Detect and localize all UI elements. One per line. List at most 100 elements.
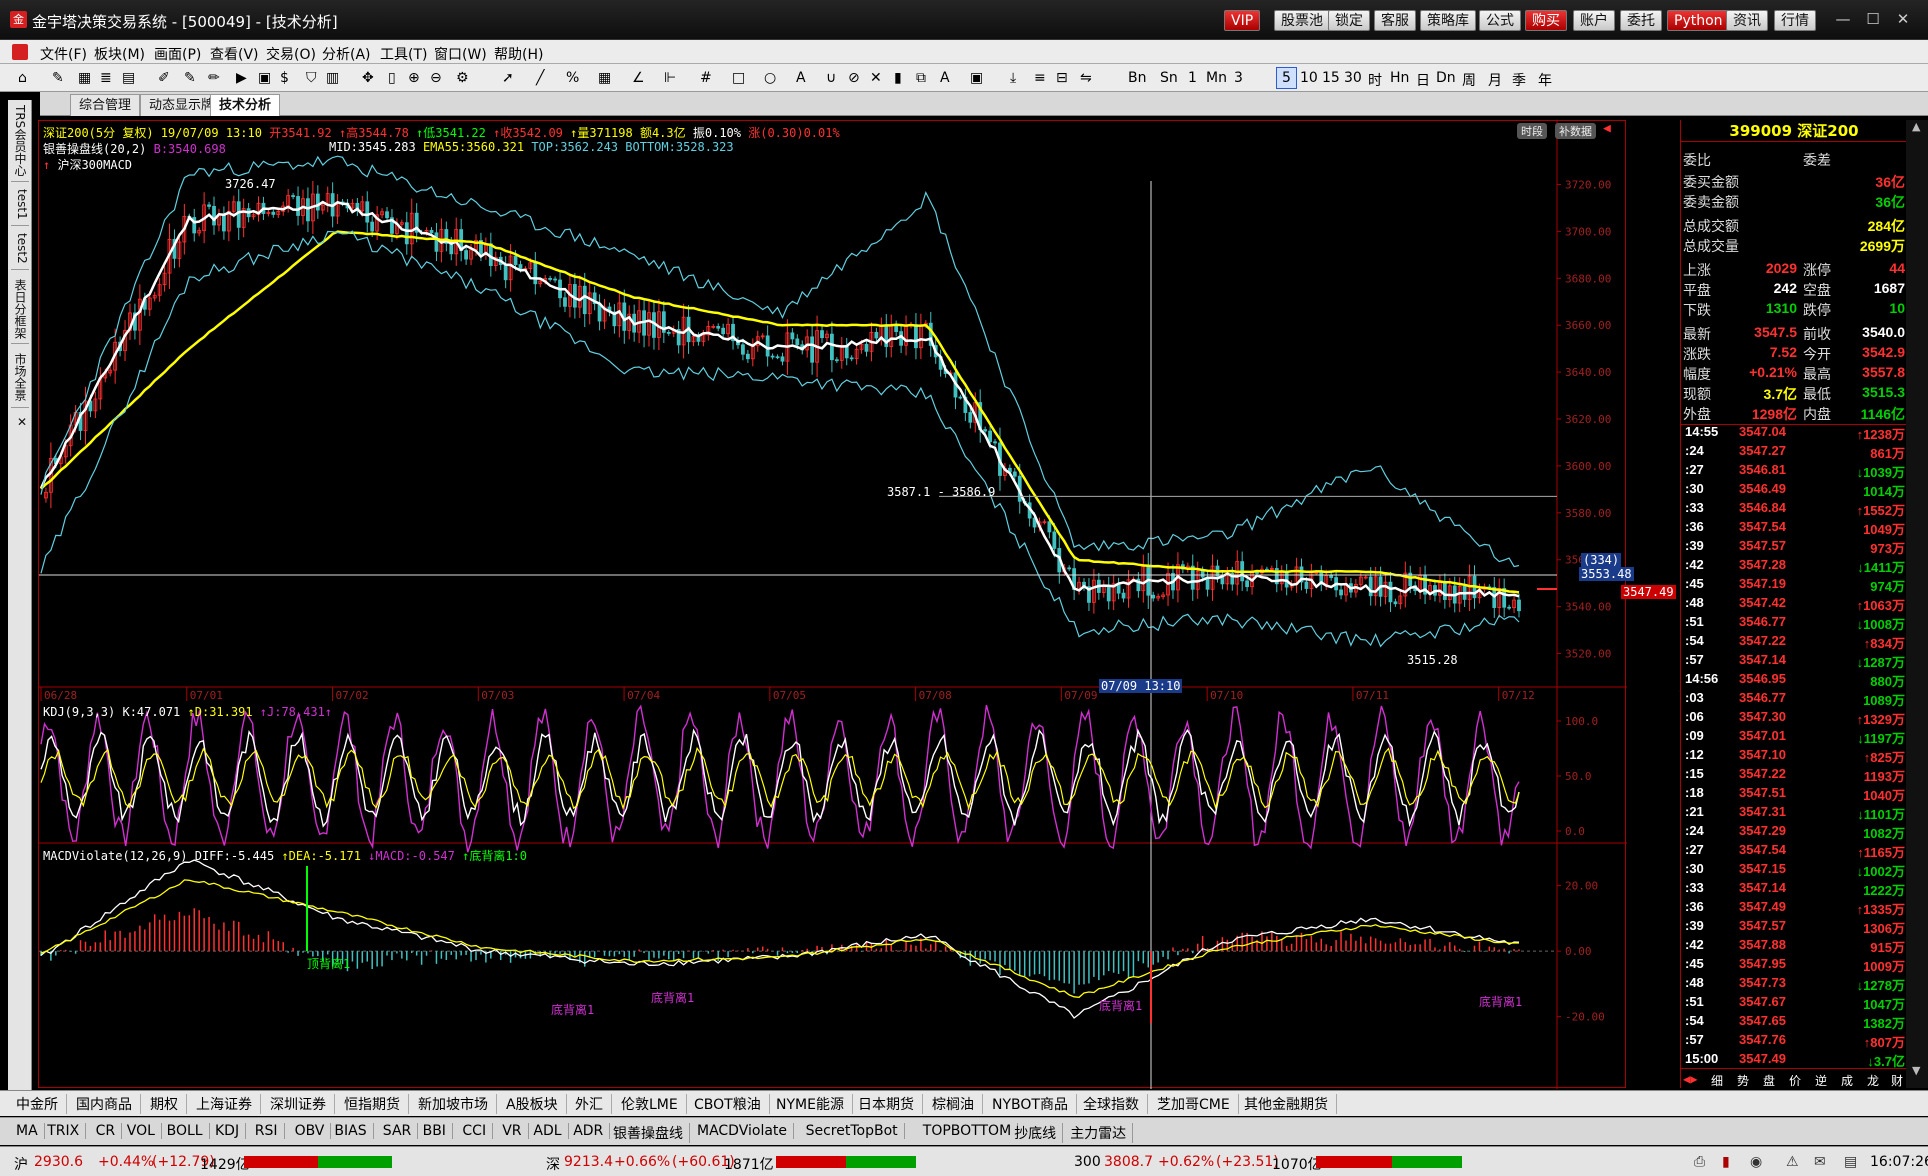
indicator-tab[interactable]: BBI bbox=[417, 1123, 453, 1139]
layout-icon[interactable]: ▤ bbox=[122, 70, 135, 86]
tab-detail[interactable]: 细 bbox=[1711, 1072, 1723, 1089]
indicator-tab[interactable]: CCI bbox=[456, 1123, 494, 1139]
alert-icon[interactable]: ⚠ bbox=[1786, 1154, 1799, 1170]
service-button[interactable]: 客服 bbox=[1374, 10, 1416, 31]
scroll-up-icon[interactable]: ▲ bbox=[1912, 120, 1920, 133]
left-tab-member[interactable]: TRS会员中心 bbox=[11, 102, 29, 182]
market-tab[interactable]: 国内商品 bbox=[68, 1094, 141, 1114]
edit2-icon[interactable]: ✎ bbox=[184, 70, 196, 86]
cart-icon[interactable]: ▤ bbox=[1844, 1154, 1857, 1170]
align-icon[interactable]: ≡ bbox=[1034, 70, 1046, 86]
rect-tool-icon[interactable]: □ bbox=[732, 70, 745, 86]
tab-price[interactable]: 价 bbox=[1789, 1072, 1801, 1089]
chart-area[interactable]: 3720.00 3700.00 3680.00 3660.00 3640.00 3620.… bbox=[38, 120, 1698, 1089]
indicator-tab[interactable]: VR bbox=[496, 1123, 529, 1139]
market-tab[interactable]: NYBOT商品 bbox=[984, 1094, 1077, 1114]
period-mn[interactable]: Mn bbox=[1206, 70, 1227, 86]
menu-sector[interactable]: 板块(M) bbox=[94, 44, 145, 64]
indicator-tab[interactable]: 抄底线 bbox=[1008, 1123, 1064, 1143]
period-5[interactable]: 5 bbox=[1276, 67, 1297, 89]
indicator-tab[interactable]: BIAS bbox=[328, 1123, 374, 1139]
indicator-tab[interactable]: OBV bbox=[289, 1123, 332, 1139]
market-tab[interactable]: NYME能源 bbox=[768, 1094, 853, 1114]
left-tab-daily-frame[interactable]: 表日分框架 bbox=[11, 276, 29, 344]
indicator-tab[interactable]: ADL bbox=[527, 1123, 569, 1139]
home-icon[interactable]: ⌂ bbox=[18, 70, 27, 86]
indicator-tab[interactable]: 银善操盘线 bbox=[607, 1123, 690, 1143]
printer-icon[interactable]: ⎙ bbox=[1694, 1154, 1705, 1170]
indicator-tab[interactable]: TRIX bbox=[41, 1123, 87, 1139]
menu-file[interactable]: 文件(F) bbox=[40, 44, 87, 64]
reverse-icon[interactable]: ⇋ bbox=[1080, 70, 1092, 86]
order-button[interactable]: 委托 bbox=[1620, 10, 1662, 31]
period-bn[interactable]: Bn bbox=[1128, 70, 1146, 86]
edit-icon[interactable]: ✐ bbox=[158, 70, 170, 86]
hline-tool-icon[interactable]: ⊩ bbox=[664, 70, 676, 86]
filter-icon[interactable]: ⛉ bbox=[306, 70, 317, 86]
period-month[interactable]: 月 bbox=[1488, 70, 1502, 90]
market-tab[interactable]: 中金所 bbox=[8, 1094, 67, 1114]
market-tab[interactable]: 全球指数 bbox=[1075, 1094, 1148, 1114]
candle-icon[interactable]: ▯ bbox=[388, 70, 396, 86]
market-tab[interactable]: 新加坡市场 bbox=[410, 1094, 497, 1114]
indicator-tab[interactable]: 主力雷达 bbox=[1064, 1123, 1134, 1143]
angle-tool-icon[interactable]: ∠ bbox=[632, 70, 645, 86]
market-tab[interactable]: 期权 bbox=[142, 1094, 187, 1114]
strategy-button[interactable]: 策略库 bbox=[1420, 10, 1476, 31]
draw-icon[interactable]: ✎ bbox=[52, 70, 64, 86]
market-tab[interactable]: 外汇 bbox=[567, 1094, 612, 1114]
menu-help[interactable]: 帮助(H) bbox=[494, 44, 543, 64]
formula-button[interactable]: 公式 bbox=[1479, 10, 1521, 31]
time-period-button[interactable]: 时段 bbox=[1517, 123, 1547, 139]
menu-tools[interactable]: 工具(T) bbox=[380, 44, 427, 64]
period-10[interactable]: 10 bbox=[1300, 70, 1318, 86]
market-tab[interactable]: 伦敦LME bbox=[613, 1094, 687, 1114]
indicator-tab[interactable]: CR bbox=[90, 1123, 123, 1139]
scroll-down-icon[interactable]: ▼ bbox=[1912, 1064, 1920, 1077]
save-icon[interactable]: ▣ bbox=[970, 70, 983, 86]
period-week[interactable]: 周 bbox=[1462, 70, 1476, 90]
magnet-icon[interactable]: ∪ bbox=[826, 70, 836, 86]
indicator-tab[interactable]: MACDViolate bbox=[691, 1123, 795, 1139]
menu-analyze[interactable]: 分析(A) bbox=[322, 44, 371, 64]
account-button[interactable]: 账户 bbox=[1573, 10, 1615, 31]
period-3[interactable]: 3 bbox=[1234, 70, 1243, 86]
menu-trade[interactable]: 交易(O) bbox=[266, 44, 316, 64]
collapse-arrow-icon[interactable]: ◀ bbox=[1603, 121, 1611, 136]
tab-dragon[interactable]: 龙 bbox=[1867, 1072, 1879, 1089]
menu-view[interactable]: 查看(V) bbox=[210, 44, 259, 64]
chart-canvas[interactable]: 3720.00 3700.00 3680.00 3660.00 3640.00 3620.… bbox=[39, 121, 1627, 1089]
compress-icon[interactable]: ⤓ bbox=[1010, 70, 1016, 86]
link-icon[interactable]: ⊘ bbox=[848, 70, 860, 86]
market-tab[interactable]: 日本期货 bbox=[850, 1094, 923, 1114]
indicator-tab[interactable]: SAR bbox=[377, 1123, 419, 1139]
layers-icon[interactable]: ▥ bbox=[326, 70, 339, 86]
market-tab[interactable]: 其他金融期货 bbox=[1236, 1094, 1337, 1114]
table-tool-icon[interactable]: ▦ bbox=[598, 70, 611, 86]
period-hour[interactable]: 时 bbox=[1368, 70, 1382, 90]
maximize-icon[interactable]: ☐ bbox=[1862, 8, 1884, 30]
grid-icon[interactable]: ▦ bbox=[78, 70, 91, 86]
period-day[interactable]: 日 bbox=[1416, 70, 1430, 90]
indicator-tab[interactable]: KDJ bbox=[209, 1123, 247, 1139]
python-button[interactable]: Python bbox=[1667, 10, 1730, 31]
tab-technical-analysis[interactable]: 技术分析 bbox=[210, 94, 281, 116]
zoom-out-icon[interactable]: ⊖ bbox=[430, 70, 442, 86]
market-tab[interactable]: 深圳证券 bbox=[262, 1094, 335, 1114]
message-icon[interactable]: ✉ bbox=[1814, 1154, 1826, 1170]
edit3-icon[interactable]: ✏ bbox=[208, 70, 220, 86]
tab-finance[interactable]: 财 bbox=[1891, 1072, 1903, 1089]
period-30[interactable]: 30 bbox=[1344, 70, 1362, 86]
tab-book[interactable]: 盘 bbox=[1763, 1072, 1775, 1089]
period-hn[interactable]: Hn bbox=[1390, 70, 1409, 86]
cursor-icon[interactable]: ➚ bbox=[502, 70, 514, 86]
indicator-tab[interactable]: ADR bbox=[567, 1123, 611, 1139]
left-tab-test1[interactable]: test1 bbox=[11, 186, 29, 226]
market-tab[interactable]: 上海证券 bbox=[188, 1094, 261, 1114]
market-tab[interactable]: A股板块 bbox=[498, 1094, 567, 1114]
line-tool-icon[interactable]: ╱ bbox=[536, 70, 544, 86]
delete-icon[interactable]: ✕ bbox=[870, 70, 882, 86]
doc-icon[interactable]: ▣ bbox=[258, 70, 271, 86]
circle-tool-icon[interactable]: ○ bbox=[764, 70, 776, 86]
period-sn[interactable]: Sn bbox=[1160, 70, 1178, 86]
